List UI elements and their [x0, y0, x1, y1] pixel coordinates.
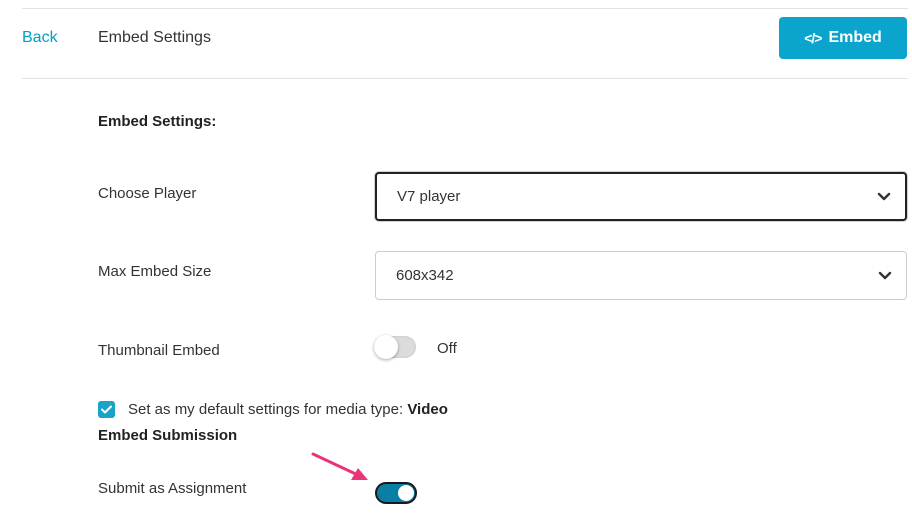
- thumbnail-embed-toggle[interactable]: [374, 335, 416, 359]
- choose-player-select[interactable]: V7 player: [375, 172, 907, 221]
- embed-submission-heading: Embed Submission: [98, 427, 238, 444]
- toggle-knob: [374, 335, 398, 359]
- max-embed-size-value: 608x342: [396, 267, 454, 284]
- submit-as-assignment-toggle[interactable]: [375, 482, 417, 504]
- page-title: Embed Settings: [98, 29, 211, 46]
- embed-button[interactable]: </> Embed: [779, 17, 907, 59]
- media-type-value: Video: [407, 401, 448, 418]
- thumbnail-embed-label: Thumbnail Embed: [98, 342, 220, 359]
- thumbnail-embed-state: Off: [437, 340, 457, 357]
- max-embed-size-label: Max Embed Size: [98, 263, 212, 280]
- default-settings-text: Set as my default settings for media typ…: [128, 401, 404, 418]
- choose-player-value: V7 player: [397, 188, 461, 205]
- arrow-icon: [311, 452, 368, 480]
- top-divider: [22, 8, 908, 9]
- max-embed-size-select[interactable]: 608x342: [375, 251, 907, 300]
- chevron-down-icon: [878, 271, 892, 279]
- submit-as-assignment-label: Submit as Assignment: [98, 480, 247, 497]
- section-heading: Embed Settings:: [98, 113, 217, 130]
- checkmark-icon: [101, 405, 112, 414]
- default-settings-label: Set as my default settings for media typ…: [128, 401, 448, 418]
- choose-player-label: Choose Player: [98, 185, 197, 202]
- back-link[interactable]: Back: [22, 29, 58, 47]
- chevron-down-icon: [877, 192, 891, 200]
- code-icon: </>: [804, 30, 822, 46]
- default-settings-checkbox[interactable]: [98, 401, 115, 418]
- embed-button-label: Embed: [828, 29, 882, 46]
- toggle-knob: [398, 485, 414, 501]
- header-divider: [22, 78, 908, 79]
